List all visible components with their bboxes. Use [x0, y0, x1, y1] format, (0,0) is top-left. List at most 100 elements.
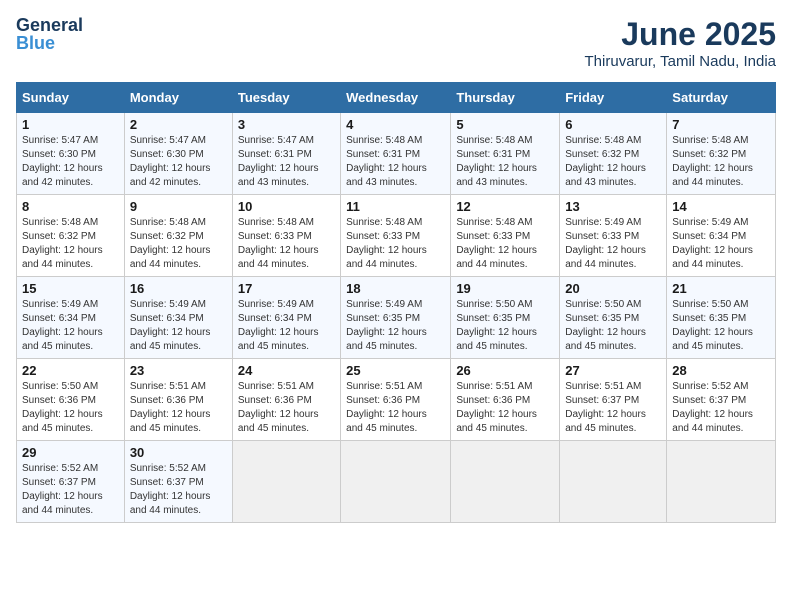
day-info: Sunrise: 5:50 AMSunset: 6:36 PMDaylight:…	[22, 381, 103, 434]
calendar-cell	[667, 441, 776, 523]
day-number: 9	[130, 199, 227, 214]
day-info: Sunrise: 5:48 AMSunset: 6:33 PMDaylight:…	[346, 217, 427, 270]
logo: GeneralBlue	[16, 16, 83, 52]
day-info: Sunrise: 5:51 AMSunset: 6:37 PMDaylight:…	[565, 381, 646, 434]
month-title: June 2025	[585, 16, 776, 53]
day-number: 5	[456, 117, 554, 132]
day-number: 17	[238, 281, 335, 296]
day-info: Sunrise: 5:48 AMSunset: 6:32 PMDaylight:…	[565, 135, 646, 188]
calendar-cell: 8 Sunrise: 5:48 AMSunset: 6:32 PMDayligh…	[17, 195, 125, 277]
col-sunday: Sunday	[17, 83, 125, 113]
day-number: 22	[22, 363, 119, 378]
day-info: Sunrise: 5:49 AMSunset: 6:34 PMDaylight:…	[22, 299, 103, 352]
day-number: 25	[346, 363, 445, 378]
day-info: Sunrise: 5:48 AMSunset: 6:31 PMDaylight:…	[456, 135, 537, 188]
day-number: 11	[346, 199, 445, 214]
day-number: 20	[565, 281, 661, 296]
calendar-cell: 13 Sunrise: 5:49 AMSunset: 6:33 PMDaylig…	[560, 195, 667, 277]
day-number: 10	[238, 199, 335, 214]
calendar-week-4: 22 Sunrise: 5:50 AMSunset: 6:36 PMDaylig…	[17, 359, 776, 441]
header-row: Sunday Monday Tuesday Wednesday Thursday…	[17, 83, 776, 113]
day-info: Sunrise: 5:49 AMSunset: 6:35 PMDaylight:…	[346, 299, 427, 352]
calendar-cell: 10 Sunrise: 5:48 AMSunset: 6:33 PMDaylig…	[232, 195, 340, 277]
day-number: 19	[456, 281, 554, 296]
calendar-cell: 5 Sunrise: 5:48 AMSunset: 6:31 PMDayligh…	[451, 113, 560, 195]
day-info: Sunrise: 5:49 AMSunset: 6:34 PMDaylight:…	[130, 299, 211, 352]
calendar-cell: 24 Sunrise: 5:51 AMSunset: 6:36 PMDaylig…	[232, 359, 340, 441]
calendar-cell: 1 Sunrise: 5:47 AMSunset: 6:30 PMDayligh…	[17, 113, 125, 195]
day-number: 29	[22, 445, 119, 460]
day-info: Sunrise: 5:50 AMSunset: 6:35 PMDaylight:…	[672, 299, 753, 352]
day-info: Sunrise: 5:48 AMSunset: 6:31 PMDaylight:…	[346, 135, 427, 188]
calendar-cell: 27 Sunrise: 5:51 AMSunset: 6:37 PMDaylig…	[560, 359, 667, 441]
location: Thiruvarur, Tamil Nadu, India	[585, 53, 776, 70]
calendar-cell: 29 Sunrise: 5:52 AMSunset: 6:37 PMDaylig…	[17, 441, 125, 523]
calendar-cell: 22 Sunrise: 5:50 AMSunset: 6:36 PMDaylig…	[17, 359, 125, 441]
calendar-cell: 15 Sunrise: 5:49 AMSunset: 6:34 PMDaylig…	[17, 277, 125, 359]
day-info: Sunrise: 5:48 AMSunset: 6:33 PMDaylight:…	[456, 217, 537, 270]
day-number: 12	[456, 199, 554, 214]
day-number: 4	[346, 117, 445, 132]
calendar-cell	[560, 441, 667, 523]
day-info: Sunrise: 5:51 AMSunset: 6:36 PMDaylight:…	[456, 381, 537, 434]
day-info: Sunrise: 5:49 AMSunset: 6:33 PMDaylight:…	[565, 217, 646, 270]
day-info: Sunrise: 5:49 AMSunset: 6:34 PMDaylight:…	[672, 217, 753, 270]
day-info: Sunrise: 5:51 AMSunset: 6:36 PMDaylight:…	[238, 381, 319, 434]
day-info: Sunrise: 5:50 AMSunset: 6:35 PMDaylight:…	[456, 299, 537, 352]
day-number: 14	[672, 199, 770, 214]
day-number: 2	[130, 117, 227, 132]
day-info: Sunrise: 5:48 AMSunset: 6:32 PMDaylight:…	[130, 217, 211, 270]
col-thursday: Thursday	[451, 83, 560, 113]
calendar-week-5: 29 Sunrise: 5:52 AMSunset: 6:37 PMDaylig…	[17, 441, 776, 523]
title-area: June 2025 Thiruvarur, Tamil Nadu, India	[585, 16, 776, 70]
day-info: Sunrise: 5:52 AMSunset: 6:37 PMDaylight:…	[130, 463, 211, 516]
calendar-cell: 25 Sunrise: 5:51 AMSunset: 6:36 PMDaylig…	[341, 359, 451, 441]
calendar-cell	[341, 441, 451, 523]
col-wednesday: Wednesday	[341, 83, 451, 113]
day-number: 28	[672, 363, 770, 378]
day-info: Sunrise: 5:47 AMSunset: 6:30 PMDaylight:…	[130, 135, 211, 188]
calendar-cell: 23 Sunrise: 5:51 AMSunset: 6:36 PMDaylig…	[124, 359, 232, 441]
day-number: 13	[565, 199, 661, 214]
day-info: Sunrise: 5:52 AMSunset: 6:37 PMDaylight:…	[672, 381, 753, 434]
calendar-cell	[451, 441, 560, 523]
day-info: Sunrise: 5:47 AMSunset: 6:30 PMDaylight:…	[22, 135, 103, 188]
logo-text: GeneralBlue	[16, 16, 83, 52]
logo-blue: Blue	[16, 33, 55, 53]
calendar-cell: 26 Sunrise: 5:51 AMSunset: 6:36 PMDaylig…	[451, 359, 560, 441]
calendar-week-1: 1 Sunrise: 5:47 AMSunset: 6:30 PMDayligh…	[17, 113, 776, 195]
day-number: 30	[130, 445, 227, 460]
col-tuesday: Tuesday	[232, 83, 340, 113]
calendar-week-2: 8 Sunrise: 5:48 AMSunset: 6:32 PMDayligh…	[17, 195, 776, 277]
day-info: Sunrise: 5:50 AMSunset: 6:35 PMDaylight:…	[565, 299, 646, 352]
day-number: 15	[22, 281, 119, 296]
calendar-cell: 16 Sunrise: 5:49 AMSunset: 6:34 PMDaylig…	[124, 277, 232, 359]
header: GeneralBlue June 2025 Thiruvarur, Tamil …	[16, 16, 776, 70]
day-info: Sunrise: 5:48 AMSunset: 6:33 PMDaylight:…	[238, 217, 319, 270]
col-monday: Monday	[124, 83, 232, 113]
calendar-cell: 4 Sunrise: 5:48 AMSunset: 6:31 PMDayligh…	[341, 113, 451, 195]
day-number: 18	[346, 281, 445, 296]
calendar-cell: 11 Sunrise: 5:48 AMSunset: 6:33 PMDaylig…	[341, 195, 451, 277]
day-info: Sunrise: 5:51 AMSunset: 6:36 PMDaylight:…	[346, 381, 427, 434]
day-number: 24	[238, 363, 335, 378]
calendar-cell: 3 Sunrise: 5:47 AMSunset: 6:31 PMDayligh…	[232, 113, 340, 195]
day-number: 26	[456, 363, 554, 378]
day-info: Sunrise: 5:48 AMSunset: 6:32 PMDaylight:…	[672, 135, 753, 188]
calendar-cell	[232, 441, 340, 523]
calendar-cell: 28 Sunrise: 5:52 AMSunset: 6:37 PMDaylig…	[667, 359, 776, 441]
calendar-week-3: 15 Sunrise: 5:49 AMSunset: 6:34 PMDaylig…	[17, 277, 776, 359]
calendar-cell: 20 Sunrise: 5:50 AMSunset: 6:35 PMDaylig…	[560, 277, 667, 359]
col-friday: Friday	[560, 83, 667, 113]
calendar-cell: 19 Sunrise: 5:50 AMSunset: 6:35 PMDaylig…	[451, 277, 560, 359]
calendar-cell: 17 Sunrise: 5:49 AMSunset: 6:34 PMDaylig…	[232, 277, 340, 359]
day-info: Sunrise: 5:49 AMSunset: 6:34 PMDaylight:…	[238, 299, 319, 352]
calendar-cell: 9 Sunrise: 5:48 AMSunset: 6:32 PMDayligh…	[124, 195, 232, 277]
day-number: 21	[672, 281, 770, 296]
day-info: Sunrise: 5:52 AMSunset: 6:37 PMDaylight:…	[22, 463, 103, 516]
calendar-cell: 14 Sunrise: 5:49 AMSunset: 6:34 PMDaylig…	[667, 195, 776, 277]
calendar-cell: 7 Sunrise: 5:48 AMSunset: 6:32 PMDayligh…	[667, 113, 776, 195]
col-saturday: Saturday	[667, 83, 776, 113]
day-number: 6	[565, 117, 661, 132]
day-info: Sunrise: 5:48 AMSunset: 6:32 PMDaylight:…	[22, 217, 103, 270]
